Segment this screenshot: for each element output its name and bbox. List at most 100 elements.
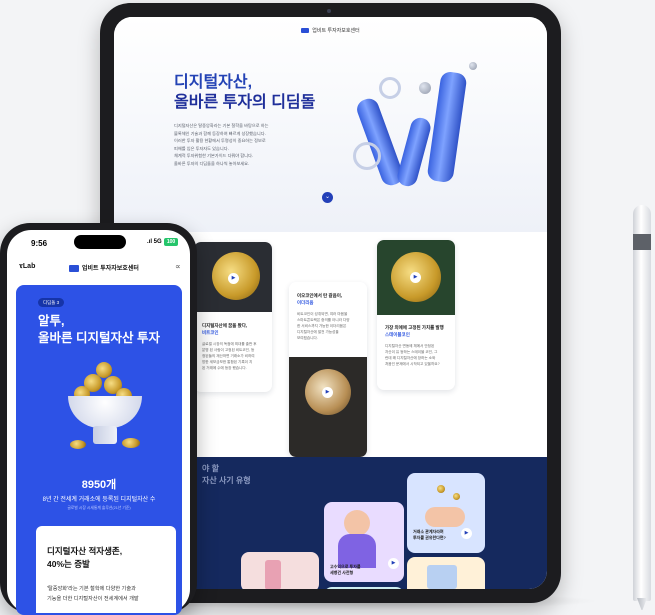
caption-line: 투자를 권유한다면? — [413, 535, 446, 540]
status-bar: 9:56 .ıl 5G 100 — [7, 230, 190, 254]
info-card-title-line-1: 디지털자산 적자생존, — [47, 546, 123, 556]
hero-title: 디지털자산, 올바른 투자의 디딤돌 — [174, 73, 374, 113]
card-highlight: 이더리움 — [297, 300, 314, 305]
card-text: 비트코인이 성취되면, 여러 마음을 스마트콘트랙은 중의를 아니라 다양 한 … — [297, 311, 363, 341]
phone-title: 알투, 올바른 디지털자산 투자 — [38, 313, 188, 347]
dynamic-island — [74, 235, 126, 249]
phone-nav: 𝛕Lab 업비트 투자자보호센터 ∝ — [7, 258, 190, 278]
floating-coin — [453, 493, 460, 500]
play-icon[interactable]: ▶ — [322, 387, 333, 398]
card-title: 가장 외에에 고정된 가치를 발행 스테이블코인 — [385, 324, 451, 338]
card-highlight: 스테이블코인 — [385, 332, 410, 337]
grey-ring — [379, 77, 401, 99]
floating-coin — [437, 485, 445, 493]
step-badge: 디딤돌 3 — [38, 298, 65, 307]
signal-icon: .ıl 5G — [147, 239, 162, 245]
info-card-title: 디지털자산 적자생존, 40%는 증발 — [47, 545, 167, 571]
coin-stack — [70, 440, 86, 449]
upbit-logo-icon — [301, 28, 310, 34]
stylus-pen — [633, 205, 651, 601]
person-body — [338, 534, 376, 568]
tablet-header[interactable]: 업비트 투자자보호센터 — [114, 27, 547, 34]
phone-illustration — [265, 560, 281, 589]
play-icon[interactable]: ▶ — [461, 528, 472, 539]
hero-desc-line: 피해를 입은 투자자도 있습니다. — [174, 145, 229, 151]
fraud-card-caption: 거래소 관계자라며 투자를 권유한다면? — [413, 529, 461, 541]
fraud-card-caption: 고수익으로 투자를 세뱅건 사전형 — [330, 564, 390, 576]
hero-title-line-2: 올바른 투자의 디딤돌 — [174, 94, 316, 111]
tablet-camera — [327, 9, 331, 13]
hero-desc-line: 이러한 투자 활용 현황에서 투명성이 중요하는 정보로 — [174, 138, 266, 143]
card-text-line: 보여줬습니다. — [297, 336, 318, 340]
fraud-section-title: 야 할 자산 사기 유형 — [202, 463, 251, 487]
play-icon[interactable]: ▶ — [228, 273, 239, 284]
article-card-ethereum[interactable]: 이오코인에서 탄 갈음이, 이더리움 비트코인이 성취되면, 여러 마음을 스마… — [289, 282, 367, 457]
card-thumbnail: ▶ — [377, 240, 455, 315]
card-text: 글로벌 시장의 독점에 최대를 출판 후 분명 된 사람이 고정된 비트코인, … — [202, 341, 268, 371]
status-time: 9:56 — [31, 239, 48, 248]
fraud-title-line-2: 자산 사기 유형 — [202, 476, 251, 485]
info-card-title-line-2: 40%는 증발 — [47, 559, 90, 569]
card-title-text: 가장 외에에 고정된 가치를 발행 — [385, 325, 444, 330]
phone-brand-label: 업비트 투자자보호센터 — [82, 266, 139, 272]
upbit-logo-icon — [69, 264, 79, 272]
fraud-card-partial-1[interactable] — [241, 552, 319, 589]
hero-desc-line: 체계적 투자위험한 기본가이드 다뤄야 합니다. — [174, 153, 254, 158]
hero-illustration — [349, 57, 499, 217]
card-thumbnail: ▶ — [194, 242, 272, 312]
hero-desc-line: 디지털자산은 탈중앙화라는 기본 철학을 바탕으로 하는 — [174, 123, 269, 128]
lab-logo[interactable]: 𝛕Lab — [19, 263, 35, 271]
fraud-card-exchange-staff[interactable]: ▶ 거래소 관계자라며 투자를 권유한다면? — [407, 473, 485, 553]
grey-sphere — [419, 82, 431, 94]
hand-illustration — [425, 507, 465, 527]
info-card-text: '탈중앙화'라는 기본 철학에 다양한 기술과 기능을 더한 디지털자산이 전세… — [47, 584, 177, 604]
fraud-card-partial-3[interactable] — [407, 557, 485, 589]
hero-description: 디지털자산은 탈중앙화라는 기본 철학을 바탕으로 하는 블록체인 기술과 함께… — [174, 122, 304, 167]
card-text-line: 처음인 문제에서 시작되고 있을까요? — [385, 362, 440, 366]
fraud-title-line-1: 야 할 — [202, 464, 219, 473]
card-text-line: 된 거래에 수에 등장 했습니다. — [202, 366, 247, 370]
phone-title-line-1: 알투, — [38, 314, 65, 328]
caption-line: 세뱅건 사전형 — [330, 570, 354, 575]
header-brand: 업비트 투자자보호센터 — [312, 28, 360, 34]
play-icon[interactable]: ▶ — [410, 272, 421, 283]
id-card-illustration — [427, 565, 457, 589]
hero-desc-line: 블록체인 기술과 함께 등장하여 빠르게 성장했습니다. — [174, 130, 266, 136]
bowl-stand — [93, 426, 117, 444]
card-title: 디지털자산에 꿈을 봤다, 비트코인 — [202, 322, 268, 336]
coin-bowl-illustration — [60, 360, 150, 460]
hero-section: 업비트 투자자보호센터 디지털자산, 올바른 투자의 디딤돌 디지털자산은 탈중… — [114, 17, 547, 232]
fraud-card-partial-2[interactable] — [324, 587, 404, 589]
grey-sphere — [469, 62, 477, 70]
phone-brand[interactable]: 업비트 투자자보호센터 — [69, 263, 139, 272]
blue-cylinder — [426, 70, 468, 184]
card-title-text: 이오코인에서 탄 갈음이, — [297, 293, 343, 298]
fraud-card-high-return[interactable]: ▶ 고수익으로 투자를 세뱅건 사전형 — [324, 502, 404, 582]
person-illustration — [344, 510, 370, 536]
asset-count-label: 8년 간 전세계 거래소에 등록된 디지털자산 수 — [42, 497, 156, 503]
bowl — [68, 396, 142, 428]
chevron-down-icon: ⌄ — [324, 194, 331, 200]
blue-cylinder — [395, 115, 433, 189]
stylus-tip — [637, 598, 647, 610]
info-card-text-line: 기능을 더한 디지털자산이 전세계에서 개발 — [47, 596, 139, 602]
hero-desc-line: 올바른 투자의 디딤돌을 하나씩 놓아보세요. — [174, 160, 250, 166]
share-icon[interactable]: ∝ — [175, 262, 181, 271]
card-thumbnail: ▶ — [289, 357, 367, 457]
asset-count: 8950개 — [81, 479, 117, 491]
scroll-down-button[interactable]: ⌄ — [322, 192, 333, 203]
phone-title-line-2: 올바른 디지털자산 투자 — [38, 331, 160, 345]
coin-stack — [122, 438, 140, 448]
article-card-stablecoin[interactable]: ▶ 가장 외에에 고정된 가치를 발행 스테이블코인 디지털자산 변동에 체에서… — [377, 240, 455, 390]
card-title-text: 디지털자산에 꿈을 봤다, — [202, 323, 248, 328]
article-card-bitcoin[interactable]: ▶ 디지털자산에 꿈을 봤다, 비트코인 글로벌 시장의 독점에 최대를 출판 … — [194, 242, 272, 392]
info-card-text-line: '탈중앙화'라는 기본 철학에 다양한 기술과 — [47, 586, 136, 592]
card-highlight: 비트코인 — [202, 330, 219, 335]
hero-title-line-1: 디지털자산, — [174, 74, 253, 91]
stylus-band — [633, 234, 651, 250]
battery-icon: 100 — [164, 238, 178, 246]
asset-count-source: 글로벌 시장 시세통계 솔루션(21년 기준) — [67, 506, 131, 510]
card-title: 이오코인에서 탄 갈음이, 이더리움 — [297, 292, 363, 306]
card-text: 디지털자산 변동에 체에서 안정된 자산이 유 등하는 스테이블 코인, 그 런… — [385, 343, 451, 367]
grey-ring — [353, 142, 381, 170]
